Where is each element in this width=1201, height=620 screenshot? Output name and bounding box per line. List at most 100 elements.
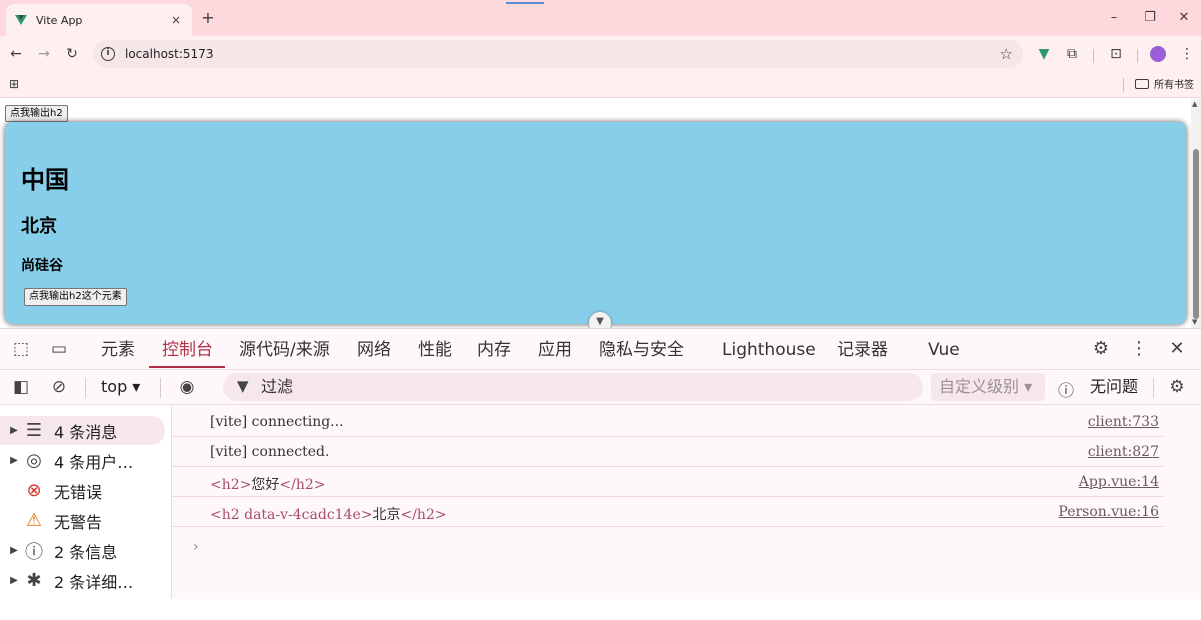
tab-performance[interactable]: 性能: [418, 339, 452, 361]
devtools-tab-bar: ⬚ ▭ 元素 控制台 源代码/来源 网络 性能 内存 应用 隐私与安全 Ligh…: [0, 329, 1201, 369]
element-text: 北京: [372, 507, 401, 523]
console-prompt-icon[interactable]: ›: [193, 539, 199, 555]
issues-count[interactable]: 无问题: [1090, 377, 1138, 397]
console-sidebar: ▶ ☰ 4 条消息 ▶ ◎ 4 条用户… ⊗ 无错误 ⚠ 无警告 ▶ ⓘ 2 条…: [0, 405, 172, 599]
url-text[interactable]: localhost:5173: [125, 47, 213, 61]
active-tab-underline: [149, 366, 225, 368]
tab-elements[interactable]: 元素: [101, 339, 135, 361]
console-filter-bar: ◧ ⊘ top ▾ ◉ ▼ 过滤 自定义级别 ▾ ⓘ 无问题 ⚙: [0, 369, 1201, 405]
inspect-element-icon[interactable]: ⬚: [10, 339, 32, 359]
tab-console[interactable]: 控制台: [162, 339, 213, 361]
window-close-button[interactable]: ✕: [1174, 10, 1194, 26]
sidebar-item-user-messages[interactable]: ▶ ◎ 4 条用户…: [0, 446, 165, 475]
error-icon: ⊗: [26, 480, 42, 501]
scroll-thumb[interactable]: [1193, 149, 1199, 319]
minimize-button[interactable]: –: [1104, 10, 1124, 26]
bookmarks-bar: ⊞ 所有书签: [0, 72, 1201, 98]
profile-avatar[interactable]: [1150, 46, 1166, 62]
browser-toolbar: ← → ↻ i localhost:5173 ☆ ▼ ⧉ ⊡ ⋮: [0, 36, 1201, 72]
expand-arrow-icon[interactable]: ▶: [0, 455, 22, 466]
sidebar-item-info[interactable]: ▶ ⓘ 2 条信息: [0, 536, 165, 565]
more-options-icon[interactable]: ⋮: [1128, 339, 1150, 359]
tab-close-icon[interactable]: ×: [168, 13, 184, 27]
sidebar-item-verbose[interactable]: ▶ ✱ 2 条详细…: [0, 566, 165, 595]
page-scrollbar[interactable]: ▲ ▼: [1191, 99, 1201, 328]
info-icon: ⓘ: [25, 541, 43, 563]
settings-gear-icon[interactable]: ⚙: [1090, 339, 1112, 359]
media-controls-icon[interactable]: ⊡: [1107, 45, 1125, 63]
log-element[interactable]: <h2>您好</h2>: [210, 474, 326, 494]
log-element[interactable]: <h2 data-v-4cadc14e>北京</h2>: [210, 504, 447, 524]
heading-china: 中国: [21, 166, 69, 194]
reload-icon[interactable]: ↻: [63, 45, 81, 63]
sidebar-item-label: 无错误: [54, 482, 103, 502]
user-icon: ◎: [26, 450, 42, 471]
maximize-button[interactable]: ❐: [1140, 10, 1160, 26]
vite-favicon-icon: [15, 15, 27, 25]
log-message: [vite] connected.: [210, 444, 330, 460]
output-h2-button[interactable]: 点我输出h2: [5, 105, 68, 122]
warning-icon: ⚠: [25, 510, 43, 531]
output-h2-element-button[interactable]: 点我输出h2这个元素: [24, 288, 127, 306]
new-tab-button[interactable]: +: [200, 10, 216, 26]
element-open-tag: <h2>: [210, 477, 252, 493]
vue-devtools-toggle-icon[interactable]: ▼: [589, 312, 611, 328]
vue-devtools-extension-icon[interactable]: ▼: [1035, 45, 1053, 63]
all-bookmarks-folder[interactable]: 所有书签: [1135, 76, 1194, 91]
sidebar-item-label: 4 条用户…: [54, 452, 134, 472]
console-filter-input[interactable]: ▼ 过滤: [223, 373, 923, 401]
sidebar-item-errors[interactable]: ⊗ 无错误: [0, 476, 165, 505]
tab-lighthouse[interactable]: Lighthouse: [722, 339, 816, 361]
scroll-down-icon[interactable]: ▼: [1192, 318, 1197, 326]
tab-privacy-security[interactable]: 隐私与安全: [599, 339, 684, 361]
sidebar-toggle-icon[interactable]: ◧: [10, 377, 32, 397]
scroll-up-icon[interactable]: ▲: [1192, 100, 1197, 108]
tab-recorder[interactable]: 记录器: [837, 339, 888, 361]
person-component: 中国 北京 尚硅谷 点我输出h2这个元素: [5, 122, 1186, 324]
tab-application[interactable]: 应用: [538, 339, 572, 361]
element-text: 您好: [251, 477, 280, 493]
clear-console-icon[interactable]: ⊘: [48, 377, 70, 397]
tab-title: Vite App: [36, 13, 83, 27]
expand-arrow-icon[interactable]: ▶: [0, 425, 22, 436]
bookmark-star-icon[interactable]: ☆: [1000, 45, 1013, 63]
console-settings-gear-icon[interactable]: ⚙: [1166, 377, 1188, 397]
tab-memory[interactable]: 内存: [477, 339, 511, 361]
console-output: [vite] connecting... client:733 [vite] c…: [173, 405, 1201, 599]
log-source-link[interactable]: Person.vue:16: [1058, 504, 1159, 520]
sidebar-item-messages[interactable]: ▶ ☰ 4 条消息: [0, 416, 165, 445]
sidebar-item-label: 无警告: [54, 512, 103, 532]
expand-arrow-icon[interactable]: ▶: [0, 575, 22, 586]
devtools-panel: ⬚ ▭ 元素 控制台 源代码/来源 网络 性能 内存 应用 隐私与安全 Ligh…: [0, 328, 1201, 599]
browser-tab[interactable]: Vite App ×: [6, 4, 192, 36]
log-source-link[interactable]: client:733: [1088, 414, 1159, 430]
tab-sources[interactable]: 源代码/来源: [239, 339, 330, 361]
close-devtools-icon[interactable]: ✕: [1166, 339, 1188, 359]
back-arrow-icon[interactable]: ←: [7, 45, 25, 63]
heading-sgg: 尚硅谷: [21, 258, 63, 274]
address-bar[interactable]: i localhost:5173 ☆: [93, 40, 1023, 68]
sidebar-item-label: 2 条信息: [54, 542, 118, 562]
toolbar-divider: [1093, 49, 1094, 63]
filter-divider: [85, 378, 86, 398]
extensions-puzzle-icon[interactable]: ⧉: [1063, 45, 1081, 63]
site-info-icon[interactable]: i: [101, 47, 115, 61]
log-source-link[interactable]: client:827: [1088, 444, 1159, 460]
sidebar-item-warnings[interactable]: ⚠ 无警告: [0, 506, 165, 535]
log-source-link[interactable]: App.vue:14: [1079, 474, 1159, 490]
expand-arrow-icon[interactable]: ▶: [0, 545, 22, 556]
browser-menu-icon[interactable]: ⋮: [1178, 45, 1196, 63]
context-selector[interactable]: top ▾: [101, 377, 140, 397]
apps-grid-icon[interactable]: ⊞: [9, 77, 19, 91]
log-levels-dropdown[interactable]: 自定义级别 ▾: [931, 373, 1045, 401]
device-toolbar-icon[interactable]: ▭: [48, 339, 70, 359]
tab-vue[interactable]: Vue: [928, 339, 960, 361]
log-message: [vite] connecting...: [210, 414, 344, 430]
issues-info-icon[interactable]: ⓘ: [1056, 377, 1076, 401]
element-open-tag: <h2 data-v-4cadc14e>: [210, 507, 373, 523]
tab-network[interactable]: 网络: [357, 339, 391, 361]
live-expression-eye-icon[interactable]: ◉: [176, 377, 198, 397]
element-close-tag: </h2>: [400, 507, 447, 523]
console-log-row: <h2 data-v-4cadc14e>北京</h2> Person.vue:1…: [173, 498, 1163, 527]
forward-arrow-icon[interactable]: →: [35, 45, 53, 63]
